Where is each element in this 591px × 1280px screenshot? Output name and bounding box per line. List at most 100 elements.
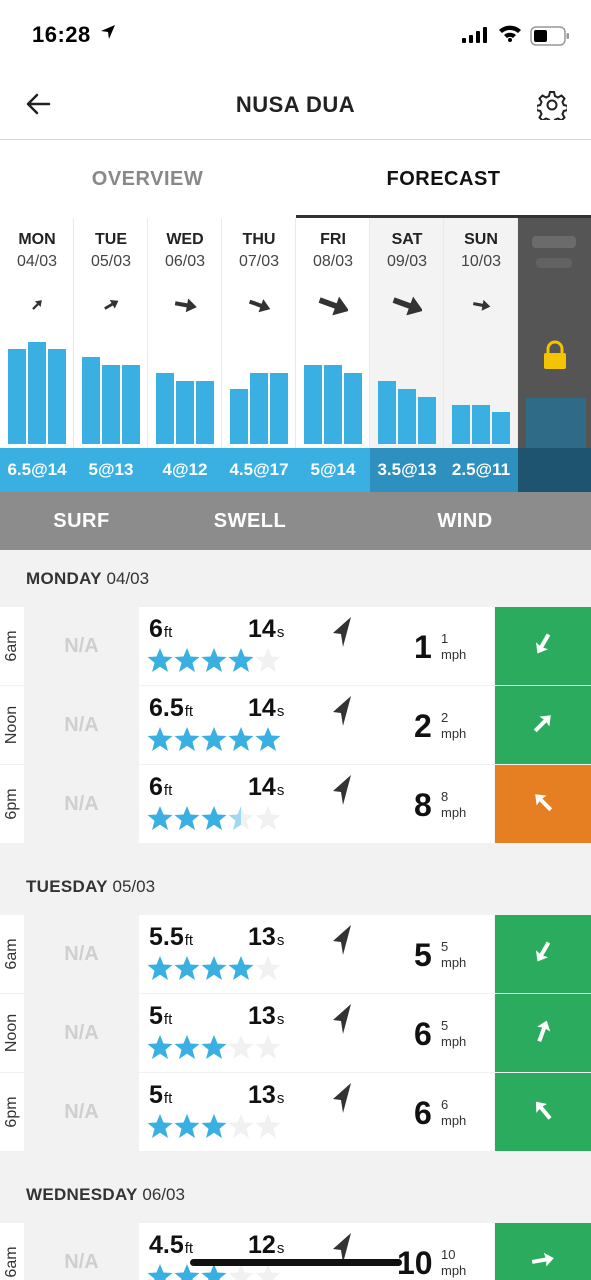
swell-height-unit: ft [184,1240,194,1257]
day-date: 09/03 [386,253,428,270]
swell-bars [82,318,142,444]
swell-direction-icon [327,694,357,733]
swell-period: 14s [248,694,284,723]
star-icon [228,805,255,833]
star-icon [255,1034,282,1062]
wind-direction-arrow-icon [526,1243,560,1280]
swell-bars [230,318,290,444]
wind-speed: 2 [414,708,432,744]
star-icon [201,1034,228,1062]
swell-height: 4.5ft [149,1231,193,1260]
wind-speed-detail: 1 mph [441,631,466,663]
day-date: 07/03 [238,253,280,270]
locked-day-column[interactable] [518,218,591,492]
swell-wind-cell: 6.5ft 14s 2 2 mph [139,686,494,764]
time-label: 6am [3,630,20,662]
wind-direction-cell [495,1073,591,1151]
day-date: 06/03 [164,253,206,270]
swell-direction-icon [327,1002,357,1041]
swell-height: 5ft [149,1002,172,1031]
wind-direction-cell [495,915,591,993]
wind-speed: 6 [414,1095,432,1131]
wind-direction-cell [495,994,591,1072]
tab-forecast[interactable]: FORECAST [296,140,591,218]
page-title: NUSA DUA [235,92,356,117]
forecast-list[interactable]: MONDAY 04/03 6am N/A 6ft 14s 1 1 mph Noon N/A 6.5f… [0,550,591,1280]
swell-bar [102,365,120,444]
surf-value: N/A [25,915,138,993]
home-indicator[interactable] [190,1259,402,1266]
swell-wind-cell: 6ft 14s 1 1 mph [139,607,494,685]
swell-height-value: 6 [149,615,163,643]
forecast-row[interactable]: 6am N/A 6ft 14s 1 1 mph [0,607,591,685]
swell-height-value: 4.5 [149,1231,184,1259]
swell-height: 6ft [149,615,172,644]
star-icon [255,647,282,675]
star-icon [174,1113,201,1141]
wind-speed-detail: 5 mph [441,939,466,971]
blurred-wave-label [518,448,591,492]
swell-bar [230,389,248,444]
wind-speed-detail: 10 mph [441,1247,466,1279]
surf-value: N/A [25,607,138,685]
time-label: 6am [3,1246,20,1278]
wind-direction-arrow-icon [526,935,560,974]
day-column-mon[interactable]: MON 04/03 6.5@14 [0,218,74,492]
star-icon [201,647,228,675]
star-icon [201,805,228,833]
tab-overview[interactable]: OVERVIEW [0,140,295,218]
wind-unit: mph [441,1113,467,1128]
column-header: SURF SWELL WIND [0,492,591,550]
blurred-day-label [532,236,576,248]
star-icon [201,955,228,983]
wind-gust: 1 [441,631,449,646]
wind-speed: 5 [414,937,432,973]
wind-arrow-icon [444,290,518,320]
day-column-wed[interactable]: WED 06/03 4@12 [148,218,222,492]
star-rating [147,1113,282,1141]
swell-height-value: 6 [149,773,163,801]
day-column-fri[interactable]: FRI 08/03 5@14 [296,218,370,492]
swell-height-unit: ft [163,1011,173,1028]
day-column-sun[interactable]: SUN 10/03 2.5@11 [444,218,518,492]
swell-height-unit: ft [184,932,194,949]
star-icon [228,1113,255,1141]
swell-direction-icon [327,773,357,812]
forecast-row[interactable]: 6pm N/A 6ft 14s 8 8 mph [0,765,591,843]
swell-height: 5.5ft [149,923,193,952]
time-label: Noon [3,705,20,745]
star-icon [255,955,282,983]
day-column-sat[interactable]: SAT 09/03 3.5@13 [370,218,444,492]
star-icon [228,955,255,983]
wifi-icon [498,24,522,47]
swell-height: 6.5ft [149,694,193,723]
day-section-header: TUESDAY 05/03 [0,858,591,915]
swell-period-value: 13 [248,1002,276,1030]
star-rating [147,955,282,983]
forecast-row[interactable]: 6am N/A 5.5ft 13s 5 5 mph [0,915,591,993]
time-cell: Noon [0,686,24,764]
location-arrow-icon [100,24,116,45]
forecast-row[interactable]: Noon N/A 5ft 13s 6 5 mph [0,994,591,1072]
section-day-name: MONDAY [26,569,102,588]
day-column-tue[interactable]: TUE 05/03 5@13 [74,218,148,492]
swell-bar [8,349,26,444]
gear-icon[interactable] [535,90,569,125]
forecast-row[interactable]: Noon N/A 6.5ft 14s 2 2 mph [0,686,591,764]
wind-unit: mph [441,1263,467,1278]
forecast-row[interactable]: 6pm N/A 5ft 13s 6 6 mph [0,1073,591,1151]
swell-bar [398,389,416,444]
tab-bar: OVERVIEW FORECAST [0,140,591,218]
time-cell: 6pm [0,1073,24,1151]
forecast-day-strip: MON 04/03 6.5@14 TUE 05/03 5@13 WED 06/03 4@12 TH… [0,218,591,492]
day-column-thu[interactable]: THU 07/03 4.5@17 [222,218,296,492]
wind-direction-cell [495,765,591,843]
swell-bar [82,357,100,444]
wind-direction-arrow-icon [526,785,560,824]
forecast-row[interactable]: 6am N/A 4.5ft 12s 10 10 mph [0,1223,591,1280]
wind-arrow-icon [148,290,222,320]
battery-icon [530,26,570,51]
wind-unit: mph [441,647,467,662]
swell-bar [270,373,288,444]
swell-bar [304,365,322,444]
